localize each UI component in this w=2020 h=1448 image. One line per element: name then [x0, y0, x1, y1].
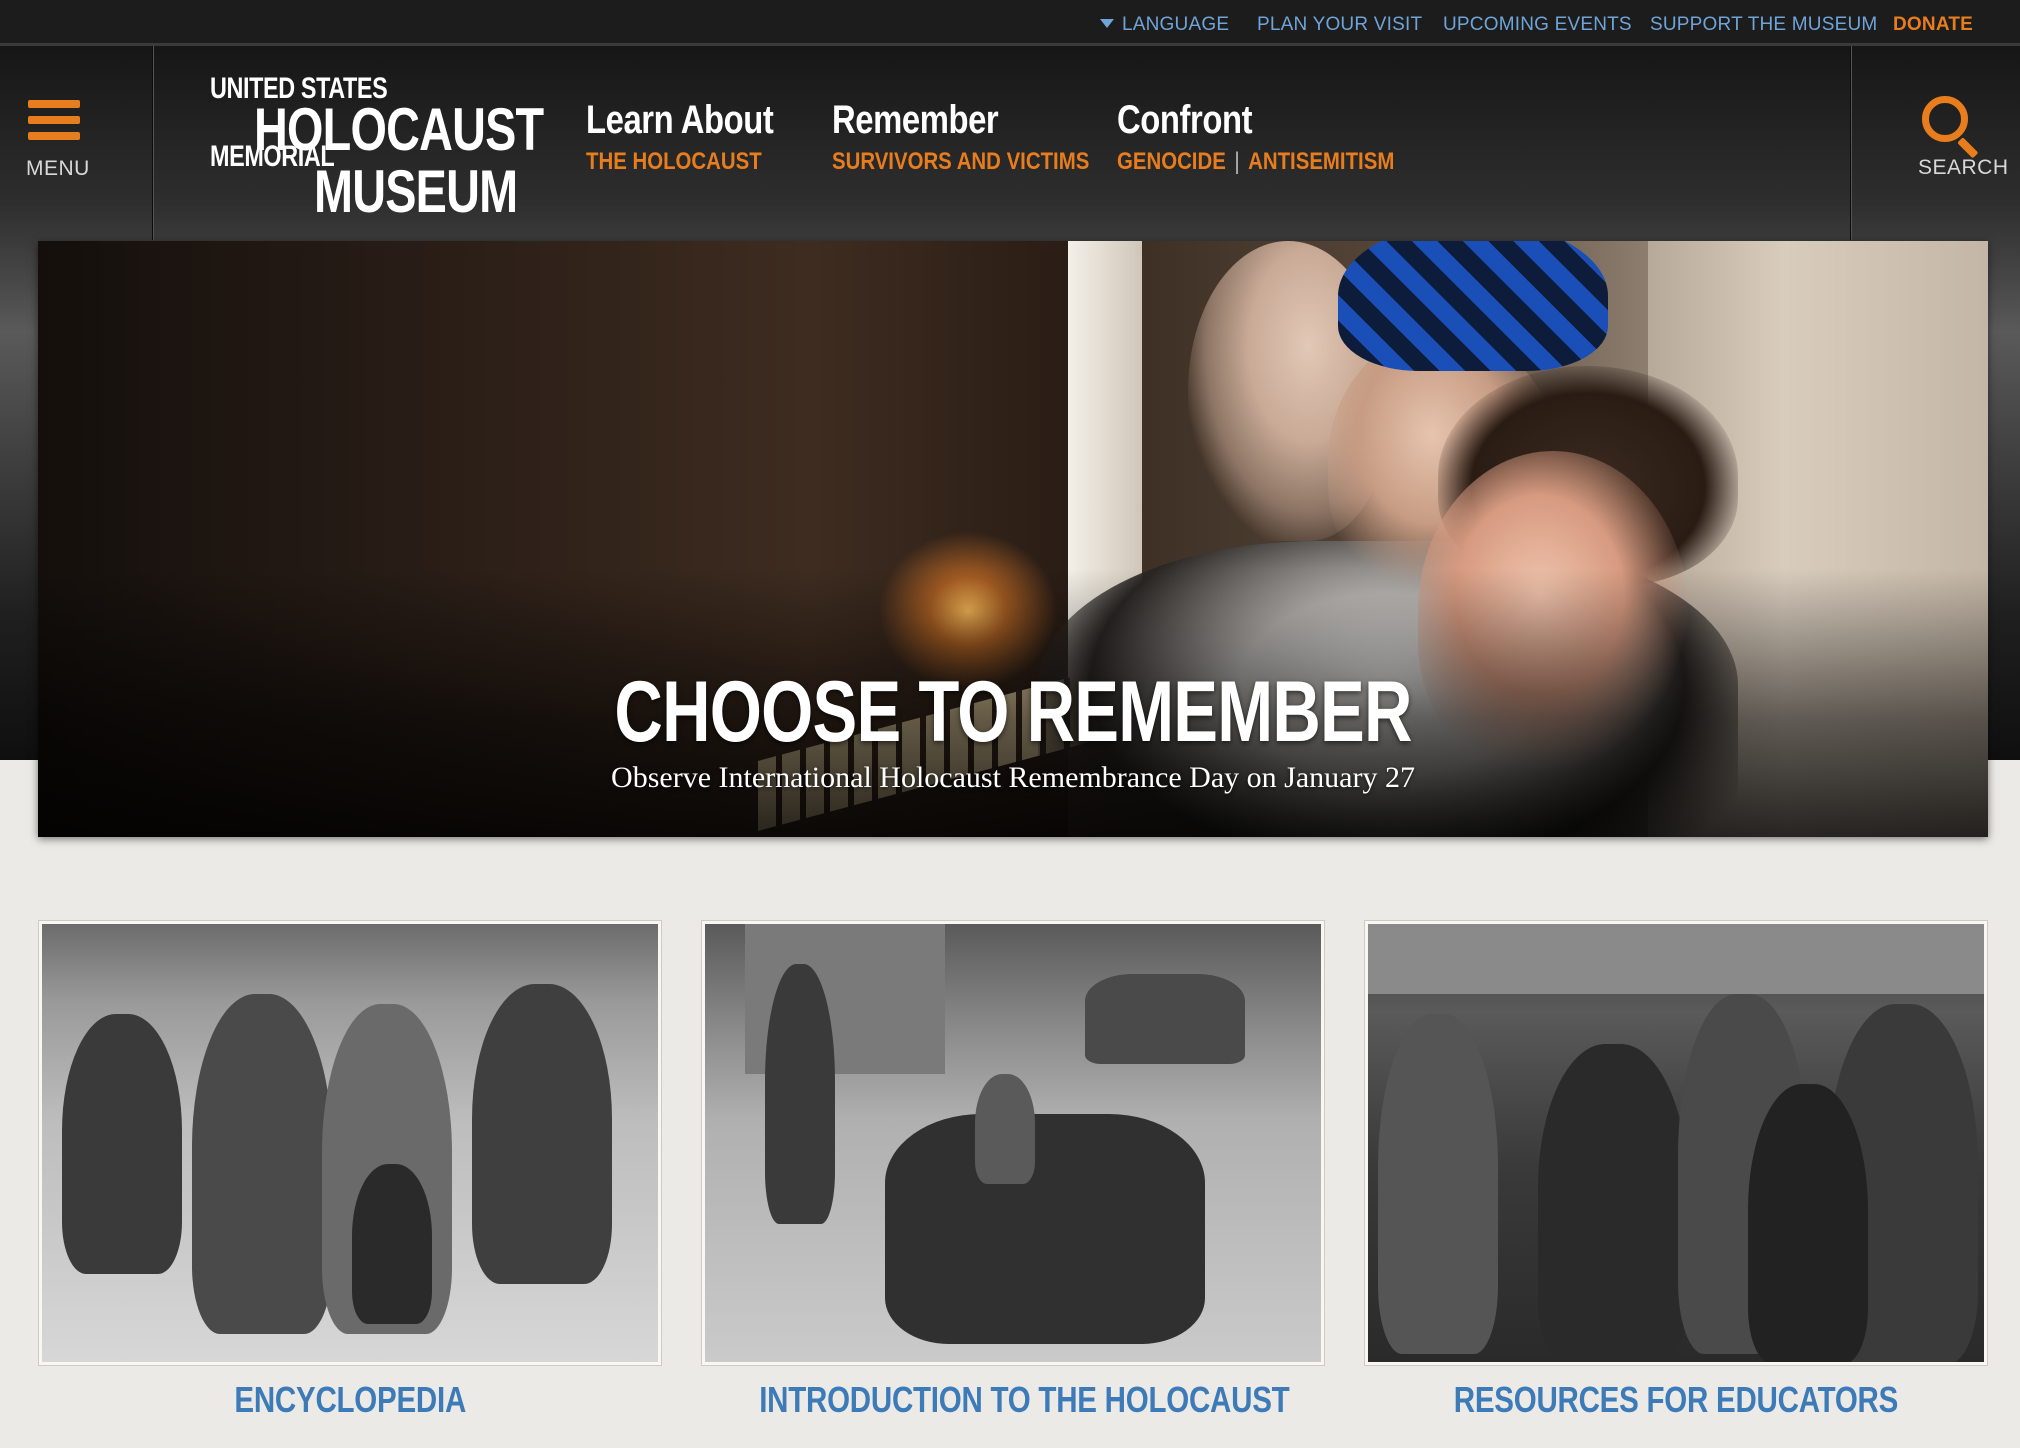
nav-remember[interactable]: Remember SURVIVORS AND VICTIMS: [832, 100, 1135, 174]
search-button[interactable]: SEARCH: [1918, 96, 2008, 180]
header-divider-right: [1850, 46, 1852, 240]
hero-title: CHOOSE TO REMEMBER: [614, 664, 1412, 760]
language-label: LANGUAGE: [1122, 14, 1230, 35]
plan-visit-link[interactable]: PLAN YOUR VISIT: [1257, 14, 1422, 36]
encyclopedia-photo: [42, 924, 658, 1362]
nav-confront[interactable]: Confront GENOCIDE | ANTISEMITISM: [1117, 100, 1443, 174]
nav-remember-title: Remember: [832, 98, 999, 142]
card-frame: [701, 920, 1325, 1366]
educators-photo: [1368, 924, 1984, 1362]
nav-confront-links: GENOCIDE | ANTISEMITISM: [1117, 150, 1394, 174]
card-label-wrap: ENCYCLOPEDIA: [38, 1382, 662, 1418]
nav-confront-title: Confront: [1117, 98, 1253, 142]
introduction-photo: [705, 924, 1321, 1362]
card-label-wrap: RESOURCES FOR EDUCATORS: [1364, 1382, 1988, 1418]
encyclopedia-label[interactable]: ENCYCLOPEDIA: [234, 1382, 466, 1418]
nav-learn-about-title: Learn About: [586, 98, 774, 142]
nav-learn-about-link[interactable]: THE HOLOCAUST: [586, 150, 780, 174]
nav-confront-genocide-link[interactable]: GENOCIDE: [1117, 148, 1226, 175]
museum-logo[interactable]: UNITED STATES HOLOCAUST MEMORIAL MUSEUM: [208, 74, 544, 224]
hero-title-wrap: CHOOSE TO REMEMBER: [38, 669, 1988, 755]
card-frame: [38, 920, 662, 1366]
utility-bar: LANGUAGE PLAN YOUR VISIT UPCOMING EVENTS…: [0, 0, 2020, 46]
menu-label: MENU: [26, 157, 90, 180]
caret-down-icon: [1100, 19, 1114, 28]
hero-subtitle: Observe International Holocaust Remembra…: [611, 761, 1415, 794]
nav-separator: |: [1234, 148, 1240, 175]
upcoming-events-link[interactable]: UPCOMING EVENTS: [1443, 14, 1632, 36]
card-label-wrap: INTRODUCTION TO THE HOLOCAUST: [701, 1382, 1325, 1418]
menu-button[interactable]: MENU: [22, 100, 90, 180]
logo-line-4: MUSEUM: [314, 158, 518, 225]
header-divider-left: [152, 46, 154, 240]
introduction-label[interactable]: INTRODUCTION TO THE HOLOCAUST: [759, 1382, 1289, 1418]
nav-confront-antisemitism-link[interactable]: ANTISEMITISM: [1248, 148, 1394, 175]
support-museum-link[interactable]: SUPPORT THE MUSEUM: [1650, 14, 1877, 36]
educators-label[interactable]: RESOURCES FOR EDUCATORS: [1454, 1382, 1899, 1418]
nav-learn-about[interactable]: Learn About THE HOLOCAUST: [586, 100, 815, 174]
search-label: SEARCH: [1918, 156, 2009, 179]
hero-banner[interactable]: CHOOSE TO REMEMBER Observe International…: [38, 241, 1988, 837]
nav-remember-link[interactable]: SURVIVORS AND VICTIMS: [832, 150, 1089, 174]
card-frame: [1364, 920, 1988, 1366]
language-link[interactable]: LANGUAGE: [1100, 14, 1229, 36]
donate-link[interactable]: DONATE: [1893, 14, 1973, 36]
